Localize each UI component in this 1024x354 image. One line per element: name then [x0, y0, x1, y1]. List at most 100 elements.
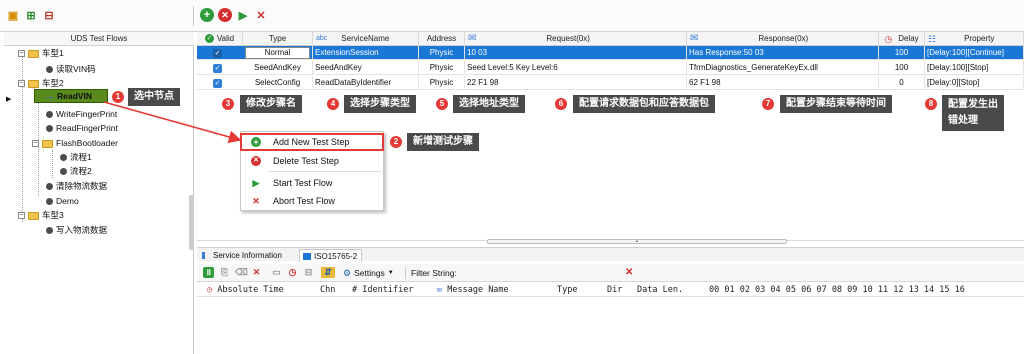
service-cell[interactable]: ExtensionSession	[313, 46, 419, 60]
col-label: Identifier	[362, 285, 414, 295]
tree-node-flow1[interactable]: 流程1	[60, 151, 92, 164]
tree-node-readvin[interactable]: → ReadVIN	[44, 90, 92, 103]
tree-node-demo[interactable]: Demo	[46, 195, 79, 208]
response-cell[interactable]: 62 F1 98	[687, 76, 879, 90]
abort-flow-icon[interactable]: ✕	[254, 8, 268, 22]
callout-badge-1: 1	[112, 91, 124, 103]
tree-node-write-logistics[interactable]: 写入物流数据	[46, 224, 107, 237]
type-cell[interactable]: SelectConfig	[243, 76, 313, 90]
col-data-bytes[interactable]: 00 01 02 03 04 05 06 07 08 09 10 11 12 1…	[709, 283, 965, 297]
response-cell[interactable]: TfrmDiagnostics_GenerateKeyEx.dll	[687, 61, 879, 75]
collapse-icon[interactable]: −	[18, 50, 25, 57]
tree-scrollbar[interactable]	[189, 195, 194, 250]
property-icon: ☷	[928, 33, 937, 44]
col-header-request[interactable]: ✉ Request(0x)	[465, 32, 687, 46]
add-step-icon[interactable]: +	[200, 8, 214, 22]
callout-badge-2: 2	[390, 136, 402, 148]
valid-checkbox[interactable]: ✓	[213, 49, 222, 58]
step-dot-icon	[60, 154, 67, 161]
main-toolbar: ▣ ⊞ ⊟ + ✕ ▶ ✕	[0, 0, 1024, 32]
delay-cell[interactable]: 100	[879, 46, 925, 60]
menu-start-test-flow[interactable]: ▶ Start Test Flow	[241, 175, 383, 191]
col-header-type[interactable]: Type	[243, 32, 313, 46]
timer-icon[interactable]: ◷	[287, 267, 298, 278]
tree-node-model1[interactable]: − 车型1	[18, 47, 64, 60]
settings-dropdown[interactable]: ⚙ Settings ▼	[343, 267, 394, 279]
callout-step-type: 选择步骤类型	[344, 95, 416, 113]
callout-badge-7: 7	[762, 98, 774, 110]
splitter-grip[interactable]: ⌄	[487, 238, 787, 244]
tab-iso15765[interactable]: ISO15765-2	[299, 249, 363, 262]
delay-cell[interactable]: 0	[879, 76, 925, 90]
clear-filter-icon[interactable]: ✕	[625, 267, 636, 278]
table-row[interactable]: ✓ SeedAndKey SeedAndKey Physic Seed Leve…	[197, 61, 1024, 75]
menu-item-label: Abort Test Flow	[273, 196, 335, 206]
address-cell[interactable]: Physic	[419, 76, 465, 90]
col-header-response[interactable]: ✉ Response(0x)	[687, 32, 879, 46]
step-dot-icon	[46, 183, 53, 190]
tree-node-flow2[interactable]: 流程2	[60, 165, 92, 178]
delete-icon[interactable]: ✕	[251, 267, 262, 278]
panel-splitter[interactable]: ⌄	[197, 238, 1024, 245]
table-row[interactable]: ✓ Normal ExtensionSession Physic 10 03 H…	[197, 46, 1024, 60]
tree-node-read-vin-code[interactable]: 读取VIN码	[46, 63, 96, 76]
address-cell[interactable]: Physic	[419, 46, 465, 60]
pause-icon[interactable]: ॥	[203, 267, 214, 278]
callout-badge-3: 3	[222, 98, 234, 110]
request-cell[interactable]: 22 F1 98	[465, 76, 687, 90]
tab-service-information[interactable]: Service Information	[199, 249, 286, 262]
col-header-delay[interactable]: ◷ Delay	[879, 32, 925, 46]
delete-step-icon[interactable]: ✕	[218, 8, 232, 22]
request-cell[interactable]: Seed Level:5 Key Level:6	[465, 61, 687, 75]
delete-flow-icon[interactable]: ⊟	[42, 8, 56, 22]
col-header-property[interactable]: ☷ Property	[925, 32, 1024, 46]
col-data-len[interactable]: Data Len.	[637, 283, 683, 297]
menu-delete-test-step[interactable]: ✕ Delete Test Step	[241, 153, 383, 169]
menu-add-new-test-step[interactable]: + Add New Test Step	[240, 133, 384, 151]
col-header-service[interactable]: abc ServiceName	[313, 32, 419, 46]
copy-icon[interactable]: ⎘	[219, 267, 230, 278]
collapse-icon[interactable]: −	[32, 140, 39, 147]
tree-node-model3[interactable]: − 车型3	[18, 209, 64, 222]
property-cell[interactable]: [Delay:0][Stop]	[925, 76, 1024, 90]
save-icon[interactable]: ▭	[271, 267, 282, 278]
property-cell[interactable]: [Delay:100][Stop]	[925, 61, 1024, 75]
callout-wait-time: 配置步骤结束等待时间	[780, 95, 892, 113]
property-cell[interactable]: [Delay:100][Continue]	[925, 46, 1024, 60]
type-select[interactable]: Normal	[245, 47, 310, 59]
col-absolute-time[interactable]: ◷ Absolute Time	[207, 283, 284, 297]
delay-cell[interactable]: 100	[879, 61, 925, 75]
col-header-valid[interactable]: ✓ Valid	[197, 32, 243, 46]
collapse-icon[interactable]: −	[18, 212, 25, 219]
valid-checkbox[interactable]: ✓	[213, 64, 222, 73]
start-flow-icon[interactable]: ▶	[236, 8, 250, 22]
new-folder-icon[interactable]: ▣	[6, 8, 20, 22]
service-cell[interactable]: SeedAndKey	[313, 61, 419, 75]
col-type[interactable]: Type	[557, 283, 577, 297]
service-cell[interactable]: ReadDataByIdentifier	[313, 76, 419, 90]
filter-icon[interactable]: ⊟	[303, 267, 314, 278]
type-cell[interactable]: SeedAndKey	[243, 61, 313, 75]
address-cell[interactable]: Physic	[419, 61, 465, 75]
table-row[interactable]: ✓ SelectConfig ReadDataByIdentifier Phys…	[197, 76, 1024, 90]
highlight-icon[interactable]: ⇵	[321, 267, 335, 278]
col-dir[interactable]: Dir	[607, 283, 622, 297]
tree-node-model2[interactable]: − 车型2	[18, 77, 64, 90]
menu-abort-test-flow[interactable]: ✕ Abort Test Flow	[241, 193, 383, 209]
response-cell[interactable]: Has Response:50 03	[687, 46, 879, 60]
col-message-name[interactable]: ✉ Message Name	[437, 283, 509, 297]
add-flow-icon[interactable]: ⊞	[24, 8, 38, 22]
request-cell[interactable]: 10 03	[465, 46, 687, 60]
collapse-icon[interactable]: −	[18, 80, 25, 87]
col-chn[interactable]: Chn	[320, 283, 335, 297]
callout-error-handling: 配置发生出 错处理	[942, 95, 1004, 131]
settings-label: Settings	[354, 268, 385, 278]
menu-separator	[269, 171, 381, 172]
col-identifier[interactable]: # Identifier	[352, 283, 413, 297]
clear-icon[interactable]: ⌫	[235, 267, 248, 278]
tree-node-clear-logistics[interactable]: 清除物流数据	[46, 180, 107, 193]
clock-icon: ◷	[884, 33, 893, 44]
valid-checkbox[interactable]: ✓	[213, 79, 222, 88]
step-dot-icon	[46, 227, 53, 234]
col-header-address[interactable]: Address	[419, 32, 465, 46]
